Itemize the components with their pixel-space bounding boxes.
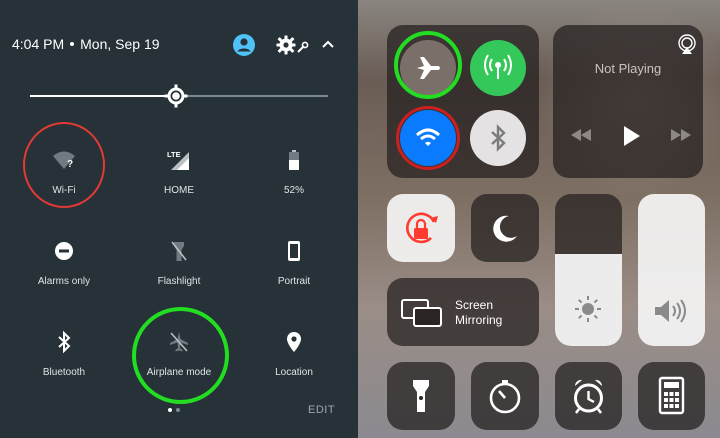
- highlight-ring-red: [396, 106, 460, 170]
- tile-label: HOME: [164, 185, 194, 196]
- screen-mirroring-label-line2: Mirroring: [455, 313, 503, 327]
- screen-mirroring-label-line1: Screen: [455, 298, 494, 312]
- tile-label: Flashlight: [157, 276, 201, 287]
- play-icon[interactable]: [620, 124, 642, 148]
- status-datetime: 4:04 PM Mon, Sep 19: [12, 36, 160, 52]
- tile-bluetooth[interactable]: Bluetooth: [14, 320, 114, 390]
- page-indicator-active: [168, 408, 172, 412]
- brightness-slider-fill: [30, 95, 177, 97]
- timer-icon: [489, 380, 521, 414]
- flashlight-icon: [413, 380, 429, 412]
- brightness-sun-icon[interactable]: [164, 84, 188, 108]
- settings-gear-icon[interactable]: [276, 34, 310, 56]
- rotation-lock-toggle[interactable]: [387, 194, 455, 262]
- tile-dnd[interactable]: Alarms only: [14, 229, 114, 299]
- highlight-ring-green: [394, 31, 462, 99]
- tile-battery[interactable]: 52%: [244, 138, 344, 208]
- tile-network[interactable]: LTE HOME: [129, 138, 229, 208]
- collapse-chevron-icon[interactable]: [320, 36, 336, 52]
- alarm-clock-button[interactable]: [555, 362, 622, 430]
- calculator-icon: [658, 376, 685, 415]
- do-not-disturb-toggle[interactable]: [471, 194, 539, 262]
- page-indicator: [176, 408, 180, 412]
- ios-control-center: Not Playing Screen Mirroring: [358, 0, 720, 438]
- volume-slider[interactable]: [638, 194, 705, 346]
- tile-label: Alarms only: [37, 276, 91, 287]
- brightness-slider[interactable]: [555, 194, 622, 346]
- speaker-icon: [655, 299, 686, 323]
- tile-flashlight[interactable]: Flashlight: [129, 229, 229, 299]
- tile-location[interactable]: Location: [244, 320, 344, 390]
- do-not-disturb-icon: [52, 239, 76, 263]
- fast-forward-icon[interactable]: [668, 126, 694, 144]
- bluetooth-icon: [52, 330, 76, 354]
- lte-signal-icon: LTE: [167, 148, 191, 172]
- rewind-icon[interactable]: [568, 126, 594, 144]
- status-time: 4:04 PM: [12, 36, 65, 52]
- bluetooth-toggle[interactable]: [470, 110, 526, 166]
- status-date: Mon, Sep 19: [80, 36, 160, 52]
- screen-mirroring-button[interactable]: Screen Mirroring: [387, 278, 539, 346]
- highlight-ring-red: [23, 122, 105, 208]
- edit-button[interactable]: EDIT: [308, 404, 335, 416]
- user-avatar-icon[interactable]: [233, 34, 255, 56]
- timer-button[interactable]: [471, 362, 539, 430]
- location-pin-icon: [282, 330, 306, 354]
- android-quick-settings: 4:04 PM Mon, Sep 19 ? Wi-Fi LTE HOME 52%…: [0, 0, 358, 438]
- airplay-icon[interactable]: [676, 33, 698, 55]
- separator-dot: [70, 42, 75, 46]
- tile-label: Location: [275, 367, 313, 378]
- moon-icon: [493, 215, 517, 242]
- tile-label: 52%: [283, 185, 304, 196]
- tile-label: Portrait: [277, 276, 311, 287]
- alarm-clock-icon: [574, 379, 603, 414]
- flashlight-icon: [167, 239, 191, 263]
- phone-portrait-icon: [282, 239, 306, 263]
- rotation-lock-icon: [406, 212, 438, 244]
- cellular-data-toggle[interactable]: [470, 40, 526, 96]
- tile-rotation[interactable]: Portrait: [244, 229, 344, 299]
- tile-label: Bluetooth: [42, 367, 86, 378]
- now-playing-label: Not Playing: [594, 61, 662, 76]
- screen-mirroring-icon: [401, 299, 442, 327]
- sun-icon: [575, 296, 601, 322]
- svg-text:LTE: LTE: [167, 150, 181, 159]
- battery-icon: [282, 148, 306, 172]
- flashlight-button[interactable]: [387, 362, 455, 430]
- highlight-ring-green: [132, 307, 229, 404]
- calculator-button[interactable]: [638, 362, 705, 430]
